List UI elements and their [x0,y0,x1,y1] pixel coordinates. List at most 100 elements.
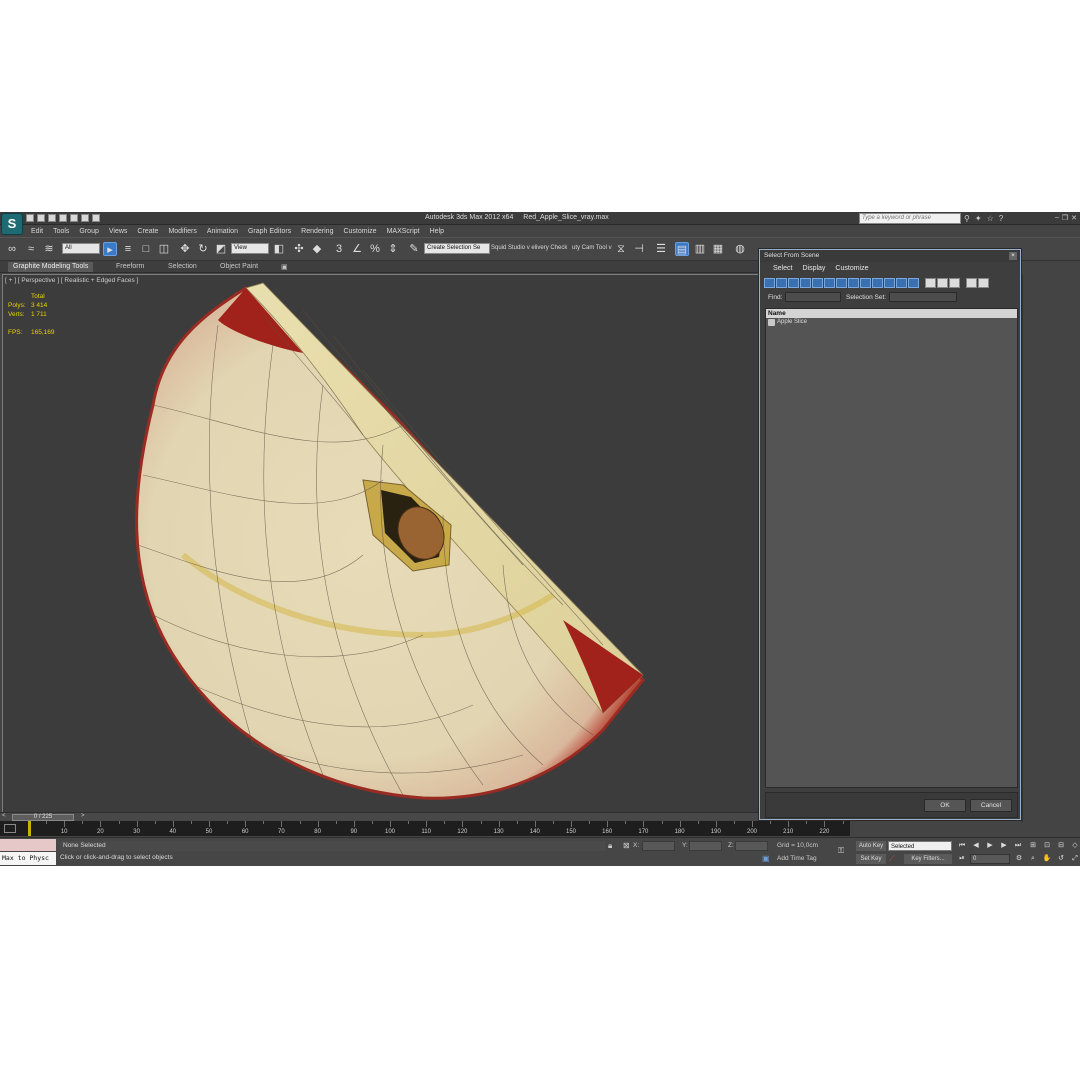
select-all-icon[interactable] [925,278,936,288]
selection-filter-dropdown[interactable]: All [62,243,100,254]
select-none-icon[interactable] [937,278,948,288]
maxscript-listener[interactable]: Max to Physc [0,852,56,865]
dialog-title[interactable]: Select From Scene [760,250,1020,262]
display-hidden-icon[interactable] [896,278,907,288]
maximize-viewport-icon[interactable]: ⤢ [1070,854,1080,864]
menu-maxscript[interactable]: MAXScript [382,226,425,237]
reference-coordinate-dropdown[interactable]: View [231,243,269,254]
mini-curve-editor-icon[interactable] [4,824,16,833]
dialog-close-icon[interactable]: × [1009,252,1017,260]
select-manipulate-icon[interactable]: ✣ [292,242,306,256]
time-next-button[interactable]: > [81,813,85,819]
menu-group[interactable]: Group [74,226,103,237]
display-shapes-icon[interactable] [776,278,787,288]
keyboard-shortcut-icon[interactable]: ◆ [310,242,324,256]
redo-icon[interactable] [70,214,78,222]
apple-slice-model[interactable] [3,275,759,820]
zoom-icon[interactable]: ⌕ [1028,854,1038,864]
pan-icon[interactable]: ✋ [1042,854,1052,864]
undo-icon[interactable] [59,214,67,222]
viewport-label[interactable]: [ + ] [ Perspective ] [ Realistic + Edge… [5,277,138,284]
cam-tool-label[interactable]: uty Cam Tool v [572,245,612,251]
current-frame-field[interactable]: 0 [970,854,1010,864]
display-geometry-icon[interactable] [764,278,775,288]
previous-frame-icon[interactable]: ◀ [971,841,981,851]
snaps-toggle-icon[interactable]: 3 [332,242,346,256]
display-helpers-icon[interactable] [812,278,823,288]
restore-icon[interactable]: ❐ [1062,214,1068,222]
move-icon[interactable]: ✥ [178,242,192,256]
menu-rendering[interactable]: Rendering [296,226,338,237]
name-column-header[interactable]: Name [766,309,1017,318]
menu-customize[interactable]: Customize [338,226,381,237]
command-panel[interactable] [1022,274,1080,822]
find-input[interactable] [785,292,841,302]
minimize-icon[interactable]: – [1055,214,1059,222]
display-groups-icon[interactable] [836,278,847,288]
track-bar-cursor[interactable] [28,821,31,836]
zoom-extents-icon[interactable]: ⊡ [1042,841,1052,851]
menu-graph-editors[interactable]: Graph Editors [243,226,296,237]
tab-selection[interactable]: Selection [163,262,202,272]
selection-set-dropdown[interactable] [889,292,957,302]
close-icon[interactable]: ✕ [1071,214,1077,222]
menu-create[interactable]: Create [132,226,163,237]
ok-button[interactable]: OK [924,799,966,812]
next-frame-icon[interactable]: ▶ [999,841,1009,851]
sync-selection-icon[interactable] [978,278,989,288]
new-file-icon[interactable] [26,214,34,222]
curve-editor-icon[interactable]: ▥ [693,242,707,256]
named-selection-dropdown[interactable]: Create Selection Se [424,243,490,254]
time-config-icon[interactable]: ⚙ [1014,854,1024,864]
select-by-name-icon[interactable]: ≡ [121,242,135,256]
menu-modifiers[interactable]: Modifiers [163,226,201,237]
y-coordinate-field[interactable] [689,841,722,851]
dialog-menu-display[interactable]: Display [797,264,830,273]
filter-icon[interactable] [966,278,977,288]
display-bones-icon[interactable] [860,278,871,288]
rotate-icon[interactable]: ↻ [196,242,210,256]
key-mode-toggle-icon[interactable]: ⏯ [957,854,967,864]
workspace-icon[interactable] [92,214,100,222]
menu-help[interactable]: Help [425,226,449,237]
lock-icon[interactable]: 🔒︎ [608,841,612,851]
edit-named-selection-icon[interactable]: ✎ [407,242,421,256]
absolute-mode-icon[interactable]: ⊠ [623,841,630,850]
mirror-icon[interactable]: ⧖ [614,242,628,256]
select-object-icon[interactable]: ▸ [103,242,117,256]
tab-graphite-modeling-tools[interactable]: Graphite Modeling Tools [8,262,94,272]
open-file-icon[interactable] [37,214,45,222]
auto-key-button[interactable]: Auto Key [856,841,886,851]
menu-views[interactable]: Views [104,226,133,237]
field-of-view-icon[interactable]: ◇ [1070,841,1080,851]
maxscript-mini-listener-top[interactable] [0,839,56,851]
dialog-menu-customize[interactable]: Customize [830,264,873,273]
track-bar[interactable]: 10 20 30 40 50 60 70 80 90 100 110 120 130 140 150 160 1… [0,821,850,836]
ribbon-options-icon[interactable]: ▣ [276,262,293,272]
orbit-icon[interactable]: ↺ [1056,854,1066,864]
align-icon[interactable]: ⊣ [632,242,646,256]
key-filters-button[interactable]: Key Filters... [904,854,952,864]
layer-manager-icon[interactable]: ☰ [654,242,668,256]
menu-tools[interactable]: Tools [48,226,74,237]
display-all-icon[interactable] [908,278,919,288]
time-slider-handle[interactable]: 0 / 225 [12,814,74,821]
bind-space-warp-icon[interactable]: ≋ [42,242,56,256]
key-icon[interactable]: ⚿ [838,846,844,856]
time-prev-button[interactable]: < [2,813,6,819]
set-key-filter-icon[interactable]: ⟋ [889,854,895,864]
z-coordinate-field[interactable] [735,841,768,851]
key-mode-dropdown[interactable]: Selected [888,841,952,851]
studio-check-label[interactable]: Squid Studio v elivery Check [491,245,567,251]
display-xrefs-icon[interactable] [848,278,859,288]
time-tag-icon[interactable]: ▣ [762,854,770,863]
app-logo-icon[interactable]: S [1,213,23,235]
display-lights-icon[interactable] [788,278,799,288]
scene-object-list[interactable]: Name Apple Slice [765,308,1018,788]
favorites-icon[interactable]: ☆ [987,214,994,223]
project-folder-icon[interactable] [81,214,89,222]
zoom-all-icon[interactable]: ⊞ [1028,841,1038,851]
display-cameras-icon[interactable] [800,278,811,288]
dialog-menu-select[interactable]: Select [768,264,797,273]
save-file-icon[interactable] [48,214,56,222]
